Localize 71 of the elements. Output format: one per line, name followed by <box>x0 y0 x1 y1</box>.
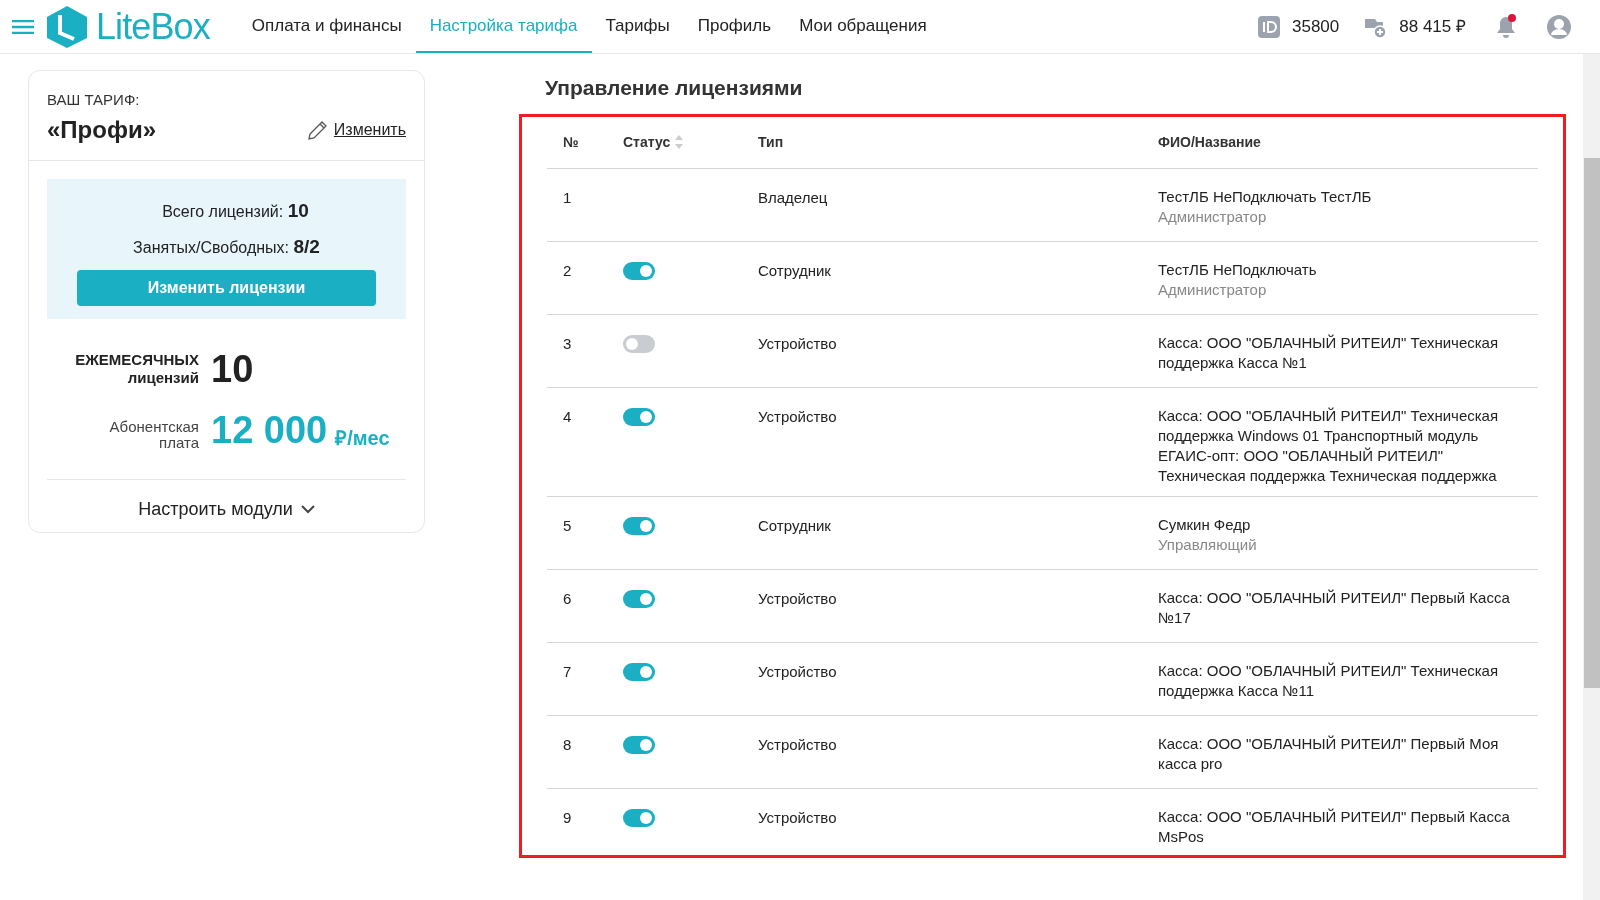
type-cell: Устройство <box>758 407 837 425</box>
fee-value: 12 000 <box>211 407 328 453</box>
logo-text: LiteBox <box>96 4 210 49</box>
nav-tab[interactable]: Оплата и финансы <box>237 0 416 53</box>
nav-tab[interactable]: Профиль <box>683 0 786 53</box>
status-toggle[interactable] <box>623 516 655 535</box>
status-toggle[interactable] <box>623 261 655 280</box>
status-toggle[interactable] <box>623 334 655 353</box>
account-id: 35800 <box>1292 15 1340 38</box>
status-toggle[interactable] <box>623 808 655 827</box>
tariff-name: «Профи» <box>47 114 157 145</box>
row-number: 9 <box>563 808 572 826</box>
type-cell: Сотрудник <box>758 261 831 279</box>
configure-modules-button[interactable]: Настроить модули <box>138 495 315 523</box>
name-cell-text: Касса: ООО "ОБЛАЧНЫЙ РИТЕИЛ" Техническая поддержка Касса №1 <box>1158 332 1500 373</box>
status-toggle[interactable] <box>623 407 655 426</box>
fee-unit: ₽/мес <box>335 425 390 451</box>
type-cell: Устройство <box>758 808 837 826</box>
status-toggle[interactable] <box>623 735 655 754</box>
name-cell-text: Касса: ООО "ОБЛАЧНЫЙ РИТЕИЛ" Техническая поддержка Windows 01 Транспортный модуль ЕГАИС-опт: ООО "ОБЛАЧНЫЙ РИТЕИЛ" Техническая поддержка Техническая поддержка <box>1158 405 1500 486</box>
monthly-licenses-value: 10 <box>211 346 254 392</box>
menu-icon[interactable] <box>12 19 34 34</box>
type-cell: Устройство <box>758 662 837 680</box>
row-number: 3 <box>563 334 572 352</box>
name-cell-text: Касса: ООО "ОБЛАЧНЫЙ РИТЕИЛ" Первый Моя касса pro <box>1158 733 1500 774</box>
role-text: Управляющий <box>1158 534 1258 555</box>
user-avatar-icon[interactable] <box>1546 13 1572 40</box>
monthly-label: ЕЖЕМЕСЯЧНЫХ <box>74 351 199 369</box>
name-cell-text: Касса: ООО "ОБЛАЧНЫЙ РИТЕИЛ" Первый Касса №17 <box>1158 587 1511 628</box>
role-text: Администратор <box>1158 206 1268 227</box>
name-cell-text: Касса: ООО "ОБЛАЧНЫЙ РИТЕИЛ" Техническая поддержка Касса №11 <box>1158 660 1500 701</box>
column-header: ФИО/Название <box>1158 132 1261 152</box>
column-header[interactable]: Статус <box>623 131 671 153</box>
row-number: 8 <box>563 735 572 753</box>
row-number: 1 <box>563 188 572 206</box>
cube-logo-icon <box>46 4 88 49</box>
type-cell: Устройство <box>758 334 837 352</box>
row-number: 4 <box>563 407 572 425</box>
column-header: Тип <box>758 132 784 152</box>
row-number: 5 <box>563 516 572 534</box>
status-toggle[interactable] <box>623 662 655 681</box>
monthly-label: лицензий <box>126 369 199 387</box>
row-number: 2 <box>563 261 572 279</box>
balance: 88 415 ₽ <box>1399 15 1466 38</box>
name-cell-text: Сумкин Федр <box>1158 514 1252 535</box>
total-licenses: Всего лицензий: 10 <box>161 198 309 223</box>
name-cell-text: Касса: ООО "ОБЛАЧНЫЙ РИТЕИЛ" Первый Касса MsPos <box>1158 806 1511 847</box>
used-free-licenses: Занятых/Свободных: 8/2 <box>133 235 320 259</box>
type-cell: Устройство <box>758 589 837 607</box>
fee-label: Абонентская <box>108 418 199 435</box>
sort-icon[interactable] <box>674 134 685 150</box>
role-text: Администратор <box>1158 279 1268 300</box>
nav-tab[interactable]: Тарифы <box>591 0 684 53</box>
type-cell: Владелец <box>758 188 828 206</box>
edit-link[interactable]: Изменить <box>305 117 406 142</box>
scrollbar[interactable] <box>1583 54 1600 900</box>
type-cell: Сотрудник <box>758 516 831 534</box>
bell-icon[interactable] <box>1494 13 1518 40</box>
column-header: № <box>563 132 579 152</box>
id-icon <box>1258 15 1280 38</box>
fee-label: плата <box>158 434 199 451</box>
section-title: Управление лицензиями <box>545 75 804 101</box>
status-toggle[interactable] <box>623 589 655 608</box>
name-cell-text: ТестЛБ НеПодключать <box>1158 259 1318 280</box>
row-number: 6 <box>563 589 572 607</box>
tariff-caption: ВАШ ТАРИФ: <box>47 90 141 110</box>
nav-tab[interactable]: Мои обращения <box>785 0 941 53</box>
name-cell-text: ТестЛБ НеПодключать ТестЛБ <box>1158 186 1373 207</box>
type-cell: Устройство <box>758 735 837 753</box>
row-number: 7 <box>563 662 572 680</box>
chevron-down-icon <box>300 504 315 514</box>
